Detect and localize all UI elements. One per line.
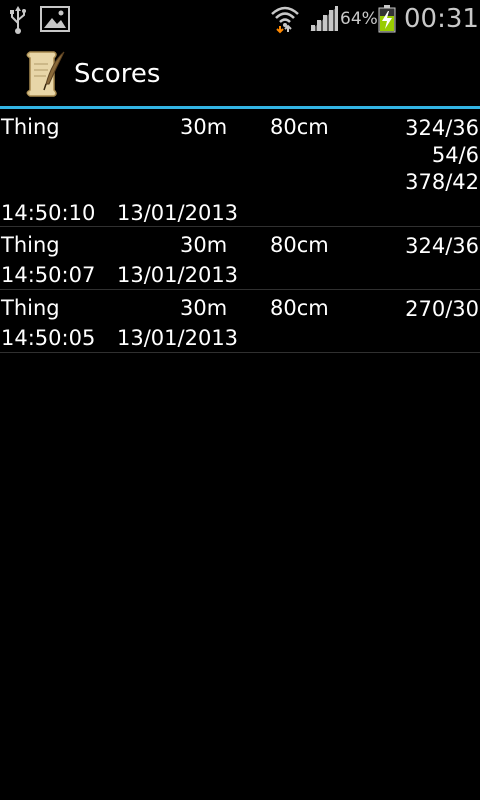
status-clock: 00:31 bbox=[404, 4, 479, 34]
row-distance: 30m bbox=[180, 233, 228, 257]
row-score: 324/36 bbox=[405, 116, 479, 140]
row-scores: 270/30 bbox=[405, 296, 479, 323]
score-row[interactable]: Thing 30m 80cm 270/30 14:50:05 13/01/201… bbox=[0, 290, 480, 353]
status-bar: 64% 00:31 bbox=[0, 0, 480, 38]
row-scores: 324/36 54/6 378/42 bbox=[405, 115, 479, 196]
row-name: Thing bbox=[1, 115, 60, 139]
wifi-icon bbox=[271, 6, 299, 34]
signal-strength-icon bbox=[310, 6, 338, 31]
action-bar: Scores bbox=[0, 38, 480, 106]
row-score: 270/30 bbox=[405, 297, 479, 321]
gallery-notification-icon bbox=[40, 6, 70, 32]
page-title: Scores bbox=[74, 59, 161, 89]
row-name: Thing bbox=[1, 233, 60, 257]
row-target-size: 80cm bbox=[270, 233, 329, 257]
score-row[interactable]: Thing 30m 80cm 324/36 54/6 378/42 14:50:… bbox=[0, 109, 480, 227]
row-date: 13/01/2013 bbox=[117, 263, 239, 287]
row-time: 14:50:07 bbox=[1, 263, 96, 287]
row-distance: 30m bbox=[180, 296, 228, 320]
battery-charging-icon bbox=[378, 5, 396, 33]
row-time: 14:50:05 bbox=[1, 326, 96, 350]
scroll-quill-app-icon[interactable] bbox=[22, 50, 66, 98]
scores-list: Thing 30m 80cm 324/36 54/6 378/42 14:50:… bbox=[0, 109, 480, 353]
battery-percent: 64% bbox=[340, 9, 378, 29]
row-name: Thing bbox=[1, 296, 60, 320]
usb-icon bbox=[10, 6, 26, 34]
row-target-size: 80cm bbox=[270, 296, 329, 320]
score-row[interactable]: Thing 30m 80cm 324/36 14:50:07 13/01/201… bbox=[0, 227, 480, 290]
row-score: 54/6 bbox=[431, 143, 479, 167]
row-date: 13/01/2013 bbox=[117, 326, 239, 350]
row-time: 14:50:10 bbox=[1, 201, 96, 225]
row-scores: 324/36 bbox=[405, 233, 479, 260]
row-score: 324/36 bbox=[405, 234, 479, 258]
row-target-size: 80cm bbox=[270, 115, 329, 139]
row-distance: 30m bbox=[180, 115, 228, 139]
row-date: 13/01/2013 bbox=[117, 201, 239, 225]
row-score: 378/42 bbox=[405, 170, 479, 194]
